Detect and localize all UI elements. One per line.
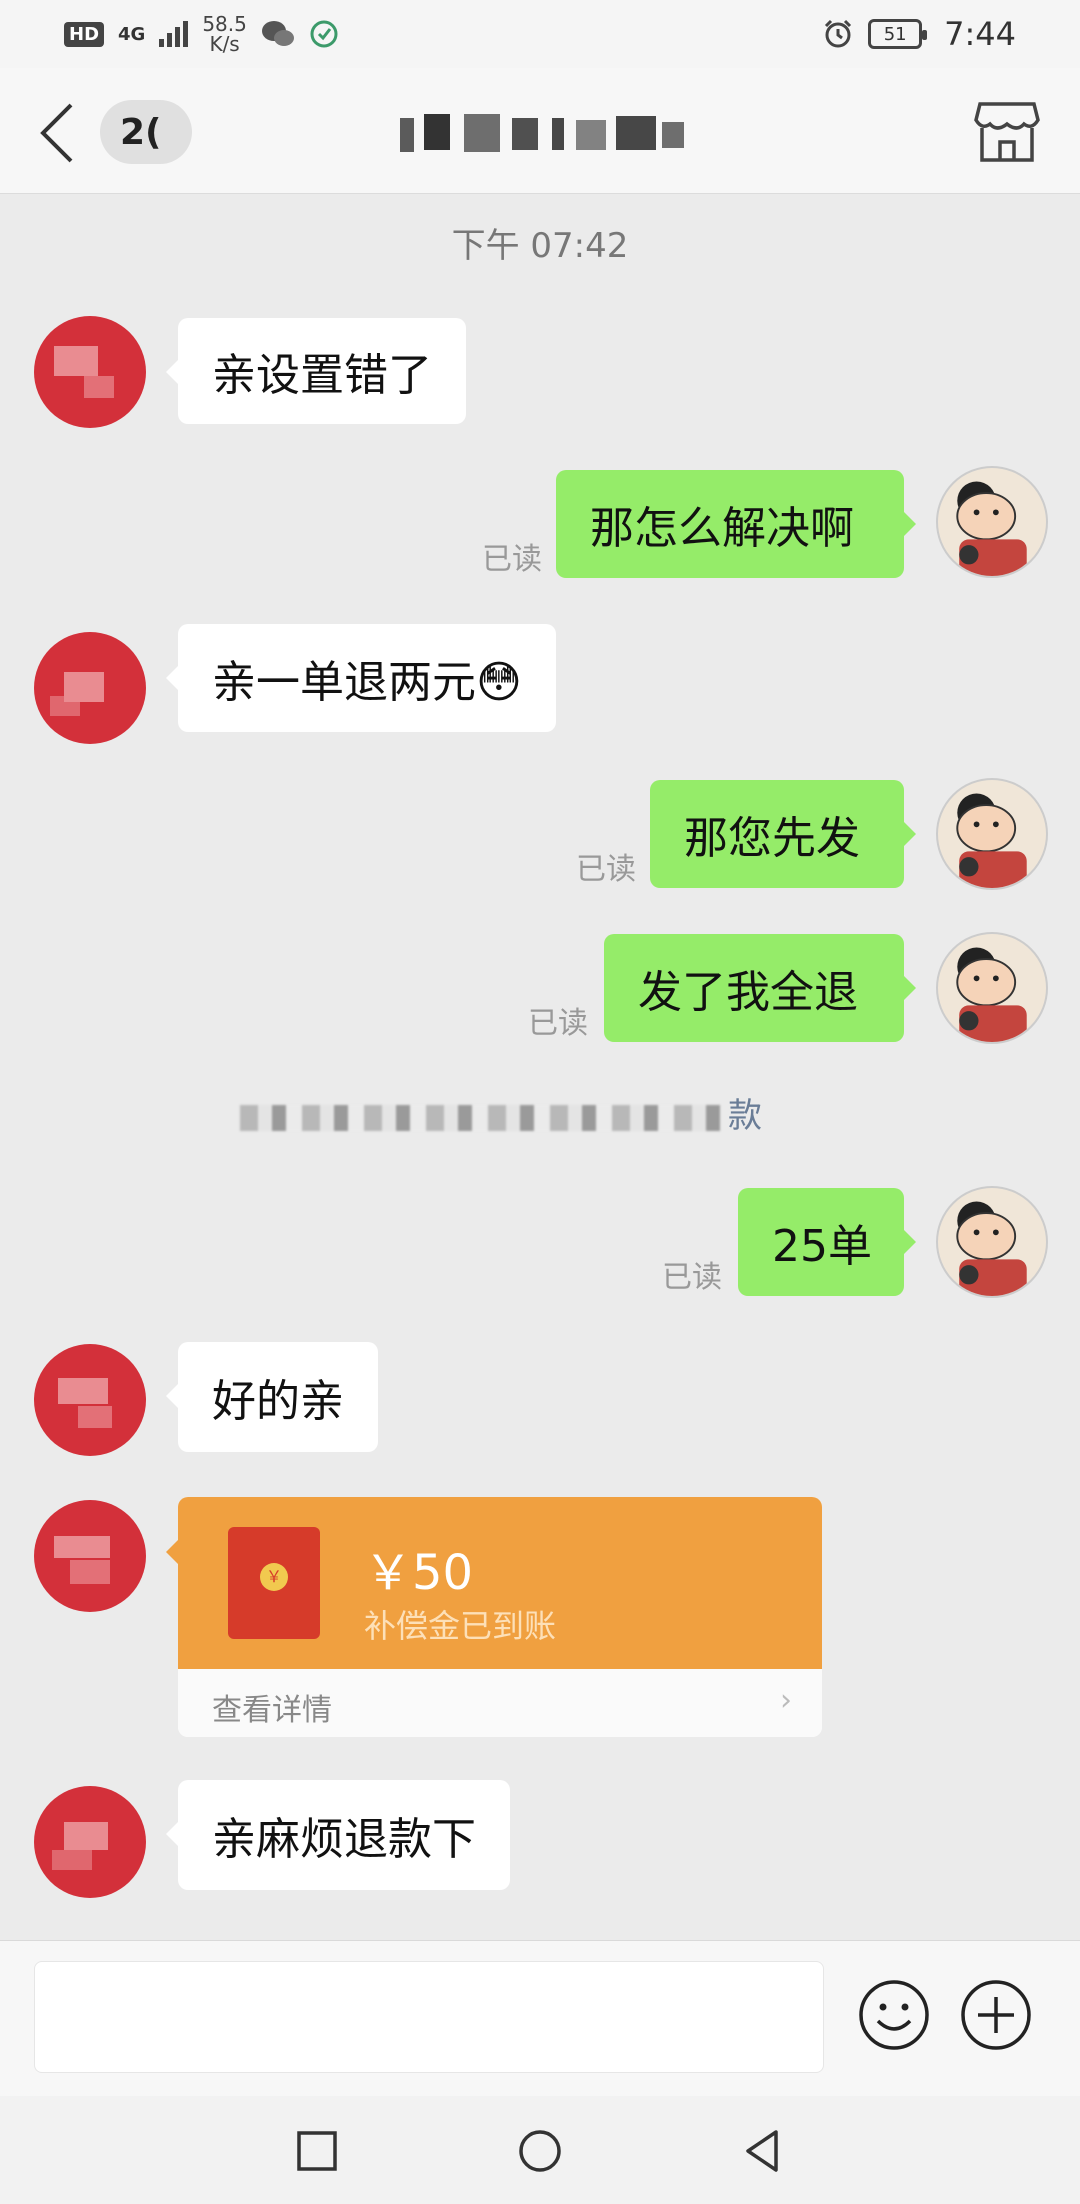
plus-circle-icon xyxy=(961,1980,1031,2050)
read-receipt: 已读 xyxy=(528,1006,588,1041)
message-text: 发了我全退 xyxy=(638,967,858,1018)
message-bubble[interactable]: 亲一单退两元😳 xyxy=(166,624,556,732)
system-notice: 款 xyxy=(240,1088,880,1136)
back-button[interactable] xyxy=(32,98,82,168)
cartoon-avatar-icon xyxy=(956,793,1027,888)
message-bubble[interactable]: 好的亲 xyxy=(166,1342,378,1452)
my-avatar[interactable] xyxy=(936,778,1048,890)
pixelated-text xyxy=(240,1104,720,1131)
contact-avatar[interactable] xyxy=(34,1344,146,1456)
message-text: 亲麻烦退款下 xyxy=(212,1814,476,1865)
contact-avatar[interactable] xyxy=(34,632,146,744)
unread-count-badge[interactable]: 2( xyxy=(100,100,192,164)
message-bubble[interactable]: 那您先发 xyxy=(650,780,916,888)
my-avatar[interactable] xyxy=(936,932,1048,1044)
alarm-icon xyxy=(825,19,852,48)
message-input-bar xyxy=(0,1940,1080,2096)
nav-back-button[interactable] xyxy=(738,2126,788,2176)
home-button[interactable] xyxy=(515,2126,565,2176)
net-speed-unit: K/s xyxy=(209,32,240,56)
message-text: 亲设置错了 xyxy=(212,350,432,401)
message-bubble[interactable]: 那怎么解决啊 xyxy=(556,470,916,578)
chat-header: 2( xyxy=(0,68,1080,194)
recent-apps-button[interactable] xyxy=(292,2126,342,2176)
cartoon-avatar-icon xyxy=(956,947,1027,1042)
view-details-link[interactable]: 查看详情 xyxy=(212,1685,332,1729)
my-avatar[interactable] xyxy=(936,1186,1048,1298)
my-avatar[interactable] xyxy=(936,466,1048,578)
wechat-icon xyxy=(261,21,294,46)
red-packet-amount: ￥50 xyxy=(364,1545,474,1601)
red-packet-footer[interactable]: 查看详情 › xyxy=(178,1669,822,1737)
read-receipt: 已读 xyxy=(576,852,636,887)
circle-icon xyxy=(519,2130,561,2172)
status-left: HD 4G 58.5 K/s xyxy=(64,14,339,54)
cartoon-avatar-icon xyxy=(956,481,1027,576)
battery-icon: 51 xyxy=(868,19,928,49)
message-bubble[interactable]: 发了我全退 xyxy=(604,934,916,1042)
cartoon-avatar-icon xyxy=(956,1201,1027,1296)
store-icon xyxy=(974,102,1040,162)
app-notification-icon xyxy=(310,20,338,48)
read-receipt: 已读 xyxy=(662,1260,722,1295)
chevron-left-icon xyxy=(40,103,73,163)
more-actions-button[interactable] xyxy=(958,1977,1034,2053)
red-packet-subtitle: 补偿金已到账 xyxy=(364,1607,557,1645)
contact-avatar[interactable] xyxy=(34,1786,146,1898)
square-icon xyxy=(297,2131,337,2171)
system-notice-tail: 款 xyxy=(728,1096,762,1136)
network-type: 4G xyxy=(118,23,146,45)
message-bubble[interactable]: 25单 xyxy=(738,1188,916,1296)
status-bar: HD 4G 58.5 K/s 51 7:44 xyxy=(0,0,1080,68)
red-packet-header: ￥50 补偿金已到账 xyxy=(178,1497,822,1669)
contact-avatar[interactable] xyxy=(34,1500,146,1612)
contact-avatar[interactable] xyxy=(34,316,146,428)
net-speed: 58.5 K/s xyxy=(202,14,247,54)
red-packet-tail xyxy=(166,1540,178,1564)
system-nav-bar xyxy=(0,2096,1080,2204)
chevron-right-icon: › xyxy=(780,1683,792,1718)
read-receipt: 已读 xyxy=(482,542,542,577)
message-text: 好的亲 xyxy=(212,1376,344,1427)
message-timestamp: 下午 07:42 xyxy=(451,226,629,266)
message-text: 25单 xyxy=(772,1221,872,1272)
store-button[interactable] xyxy=(974,100,1040,164)
hd-indicator: HD xyxy=(64,21,105,47)
status-right: 51 7:44 xyxy=(822,15,1016,53)
signal-icon xyxy=(159,21,189,47)
clock: 7:44 xyxy=(944,15,1016,53)
red-packet-card[interactable]: ￥50 补偿金已到账 查看详情 › xyxy=(178,1497,822,1737)
message-bubble[interactable]: 亲麻烦退款下 xyxy=(166,1780,510,1890)
message-text: 那怎么解决啊 xyxy=(590,503,854,554)
message-text: 亲一单退两元😳 xyxy=(212,657,522,708)
emoji-button[interactable] xyxy=(856,1977,932,2053)
message-input[interactable] xyxy=(34,1961,824,2073)
red-envelope-icon xyxy=(228,1527,320,1639)
message-text: 那您先发 xyxy=(684,813,860,864)
message-bubble[interactable]: 亲设置错了 xyxy=(166,318,466,424)
smiley-face-icon xyxy=(859,1980,929,2050)
triangle-back-icon xyxy=(746,2130,778,2172)
contact-name-pixelated xyxy=(400,112,700,156)
